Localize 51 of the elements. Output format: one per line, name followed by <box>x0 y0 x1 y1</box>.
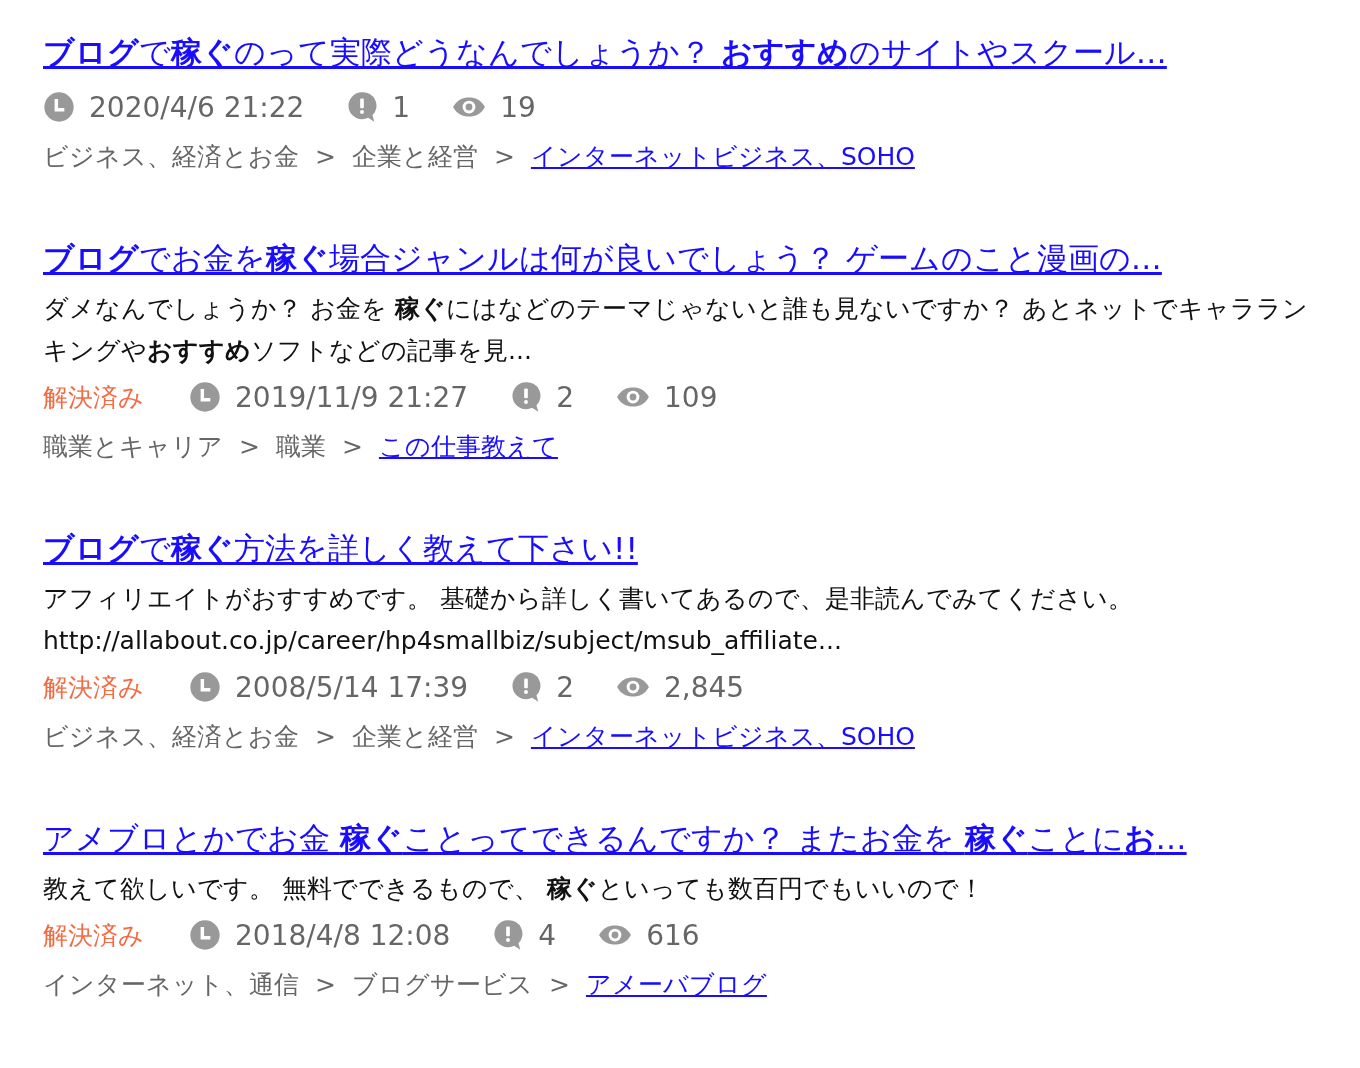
breadcrumb-separator: > <box>315 969 336 999</box>
answer-count: 4 <box>538 918 557 952</box>
category-name: インターネット、通信 <box>43 968 299 1001</box>
eye-icon <box>452 96 487 118</box>
answer-count-icon <box>346 91 379 123</box>
answer-count: 2 <box>556 670 574 704</box>
category-name: 企業と経営 <box>351 720 478 753</box>
category-name: 職業 <box>275 430 326 463</box>
eye-icon <box>598 924 633 946</box>
answer-count-icon <box>492 919 525 951</box>
answer-count-icon <box>510 381 543 413</box>
category-name: ビジネス、経済とお金 <box>43 720 299 753</box>
view-count: 2,845 <box>664 670 745 704</box>
clock-icon <box>189 919 221 951</box>
category-link[interactable]: この仕事教えて <box>378 429 558 463</box>
view-count: 19 <box>500 90 536 124</box>
answer-count: 2 <box>556 380 574 414</box>
breadcrumb-separator: > <box>315 141 336 171</box>
category-link[interactable]: インターネットビジネス、SOHO <box>530 139 915 173</box>
resolved-label: 解決済み <box>43 671 144 704</box>
category-link[interactable]: アメーバブログ <box>585 967 767 1001</box>
clock-icon <box>189 381 221 413</box>
breadcrumb-separator: > <box>548 969 570 999</box>
breadcrumb-separator: > <box>239 431 260 461</box>
resolved-label: 解決済み <box>43 919 144 952</box>
post-date: 2020/4/6 21:22 <box>89 90 305 124</box>
question-title-link[interactable]: アメブロとかでお金 稼ぐことってできるんですか？ またお金を 稼ぐことにお… <box>43 808 1187 868</box>
answer-excerpt: ダメなんでしょうか？ お金を 稼ぐにはなどのテーマじゃないと誰も見ないですか？ あとネットでキャラランキングやおすすめソフトなどの記事を見... <box>43 293 1309 367</box>
answer-excerpt: アフィリエイトがおすすめです。 基礎から詳しく書いてあるので、是非読んでみてください。 http://allabout.co.jp/career/hp4smallbiz/subject/msub_affiliate... <box>43 583 1134 657</box>
category-name: 職業とキャリア <box>43 430 223 463</box>
resolved-label: 解決済み <box>43 381 144 414</box>
post-date: 2019/11/9 21:27 <box>235 380 469 414</box>
breadcrumb-separator: > <box>493 141 515 171</box>
breadcrumb-separator: > <box>315 721 336 751</box>
answer-count: 1 <box>392 90 411 124</box>
clock-icon <box>189 671 221 703</box>
category-name: ブログサービス <box>351 968 533 1001</box>
clock-icon <box>43 91 75 123</box>
category-link[interactable]: インターネットビジネス、SOHO <box>530 719 915 753</box>
category-name: 企業と経営 <box>351 140 478 173</box>
eye-icon <box>616 676 650 698</box>
category-name: ビジネス、経済とお金 <box>43 140 299 173</box>
view-count: 109 <box>664 380 718 414</box>
post-date: 2018/4/8 12:08 <box>235 918 451 952</box>
view-count: 616 <box>646 918 700 952</box>
eye-icon <box>616 386 650 408</box>
breadcrumb-separator: > <box>341 431 363 461</box>
post-date: 2008/5/14 17:39 <box>235 670 469 704</box>
answer-excerpt: 教えて欲しいです。 無料でできるもので、 稼ぐといっても数百円でもいいので！ <box>43 873 985 905</box>
breadcrumb-separator: > <box>493 721 515 751</box>
answer-count-icon <box>510 671 543 703</box>
